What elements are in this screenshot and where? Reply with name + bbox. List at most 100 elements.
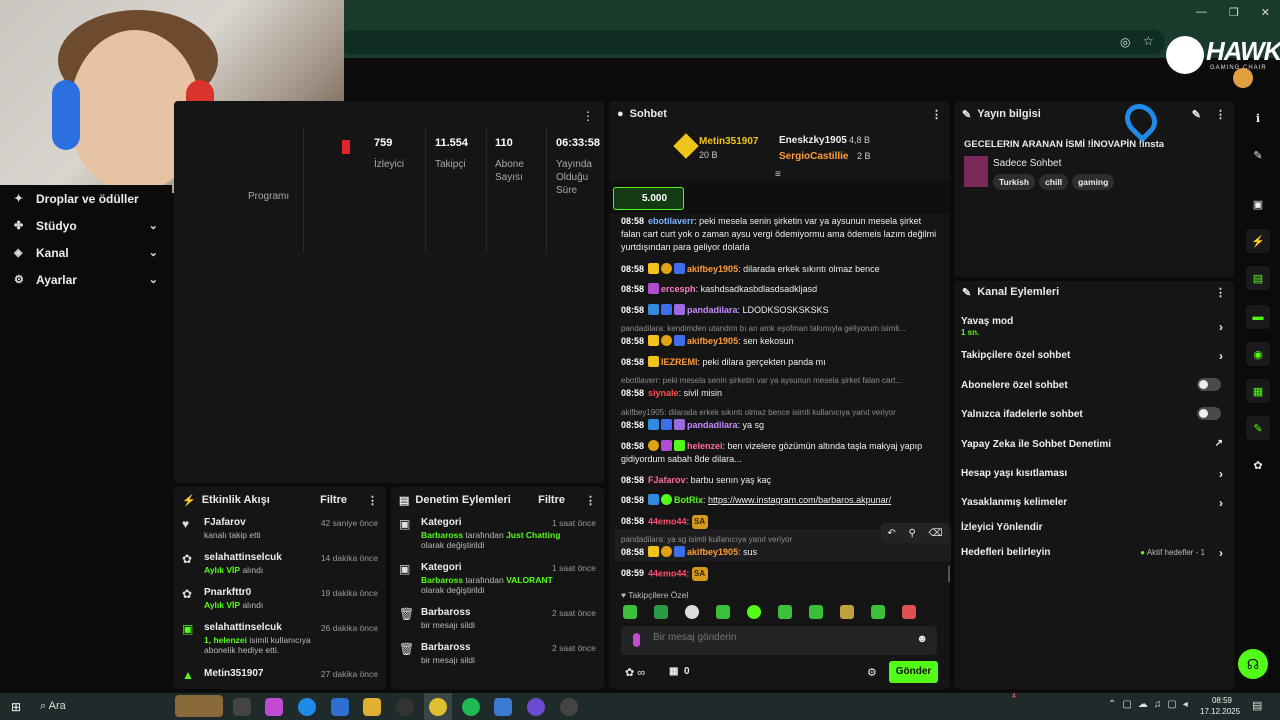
task-view-icon[interactable]: [233, 698, 251, 716]
copilot-icon[interactable]: [265, 698, 283, 716]
address-bar[interactable]: [340, 30, 1165, 54]
avatar[interactable]: [1233, 68, 1253, 88]
goals-row[interactable]: Hedefleri belirleyin ● Aktif hedefler - 1…: [961, 546, 1227, 560]
clock-time[interactable]: 08:59: [1200, 696, 1232, 705]
spotify-icon[interactable]: [462, 698, 480, 716]
moderation-filter-button[interactable]: Filtre: [538, 494, 565, 507]
more-icon[interactable]: ⋮: [585, 494, 596, 507]
chevron-down-icon: ⌄: [148, 274, 158, 286]
leader-3-name[interactable]: SergioCastillie: [779, 151, 848, 162]
more-icon[interactable]: ⋮: [582, 109, 594, 123]
emote-button[interactable]: [747, 605, 761, 619]
account-age-row[interactable]: Hesap yaşı kısıtlaması ›: [961, 467, 1227, 481]
points-icon[interactable]: ✿: [1246, 453, 1270, 477]
emote-button[interactable]: [685, 605, 699, 619]
leader-1-name[interactable]: Metin351907: [699, 136, 758, 147]
collapse-icon[interactable]: ≡: [775, 169, 781, 180]
emote-button[interactable]: [654, 605, 668, 619]
chat-message: 08:58 ercesph: kashdsadkasbdlasdsadkljasd: [621, 283, 818, 294]
close-button[interactable]: ✕: [1261, 6, 1270, 19]
emote-button[interactable]: [778, 605, 792, 619]
stream-info-title: Yayın bilgisi: [977, 108, 1041, 120]
emoji-icon[interactable]: ☻: [916, 633, 928, 645]
obs-icon[interactable]: [560, 698, 578, 716]
chrome-icon[interactable]: [429, 698, 447, 716]
info-icon[interactable]: ℹ: [1246, 106, 1270, 130]
nav-item-drops[interactable]: ✦ Droplar ve ödüller: [0, 185, 172, 212]
app-icon[interactable]: [494, 698, 512, 716]
xbox-icon[interactable]: [396, 698, 414, 716]
bolt-icon[interactable]: ⚡: [1246, 229, 1270, 253]
more-icon[interactable]: ⋮: [367, 494, 378, 507]
star-icon[interactable]: ☆: [1143, 34, 1154, 48]
sub-gift-icon: ▣: [182, 622, 194, 636]
folder-icon[interactable]: [363, 698, 381, 716]
points-display[interactable]: ✿ ∞: [625, 666, 645, 679]
layout-icon[interactable]: ▦: [1246, 379, 1270, 403]
chat-input-box[interactable]: ☻: [621, 626, 937, 655]
goal-badge[interactable]: 5.000: [613, 187, 684, 210]
brand-logo: HAWK: [1206, 36, 1280, 66]
edit-icon[interactable]: ✎: [1192, 108, 1201, 121]
leader-2-name[interactable]: Eneskzky1905: [779, 135, 847, 146]
pin-icon[interactable]: ⚲: [908, 528, 915, 539]
tag[interactable]: Turkish: [993, 174, 1036, 190]
ai-moderation-row[interactable]: Yapay Zeka ile Sohbet Denetimi ↗: [961, 438, 1227, 450]
chat-icon[interactable]: ▬: [1246, 305, 1270, 329]
banned-words-row[interactable]: Yasaklanmış kelimeler ›: [961, 496, 1227, 510]
scrollbar[interactable]: [948, 566, 950, 582]
send-button[interactable]: Gönder: [889, 661, 938, 683]
support-icon[interactable]: ☊: [1238, 649, 1268, 679]
minimize-button[interactable]: —: [1196, 6, 1207, 19]
reply-icon[interactable]: ↶: [887, 528, 895, 539]
eye-slash-icon[interactable]: ◎: [1120, 35, 1130, 49]
category-name[interactable]: Sadece Sohbet: [993, 158, 1061, 169]
emote-button[interactable]: [716, 605, 730, 619]
chat-message: 08:59 44emo44: SA: [621, 567, 939, 581]
edit-icon[interactable]: ✎: [1246, 143, 1270, 167]
emote-only-row[interactable]: Yalnızca ifadelerle sohbet: [961, 407, 1227, 420]
activity-filter-button[interactable]: Filtre: [320, 494, 347, 507]
tag[interactable]: chill: [1039, 174, 1069, 190]
subs-only-row[interactable]: Abonelere özel sohbet: [961, 378, 1227, 391]
doc-icon[interactable]: ▤: [1246, 266, 1270, 290]
emote-only-toggle[interactable]: [1197, 407, 1221, 420]
maximize-button[interactable]: ❐: [1229, 6, 1239, 19]
windows-start-icon[interactable]: ⊞: [11, 700, 21, 714]
tag[interactable]: gaming: [1072, 174, 1115, 190]
tray-icons[interactable]: ⌃▢☁♫▢◂: [1108, 699, 1194, 710]
followers-only-row[interactable]: Takipçilere özel sohbet ›: [961, 349, 1227, 363]
taskbar-search[interactable]: ⌕ Ara: [40, 700, 66, 713]
emote-button[interactable]: [902, 605, 916, 619]
screen-icon[interactable]: ▣: [1246, 192, 1270, 216]
more-icon[interactable]: ⋮: [1215, 108, 1226, 121]
reply-preview: ebotilaverr: peki mesela senin şirketin …: [621, 376, 903, 385]
subs-only-toggle[interactable]: [1197, 378, 1221, 391]
chat-input[interactable]: [653, 632, 903, 643]
more-icon[interactable]: ⋮: [931, 108, 942, 121]
emote-button[interactable]: [840, 605, 854, 619]
edge-icon[interactable]: [298, 698, 316, 716]
gift-count[interactable]: ▦ 0: [669, 666, 690, 677]
category-icon: ▣: [399, 517, 411, 531]
nav-item-channel[interactable]: ◈ Kanal ⌄: [0, 239, 172, 266]
more-icon[interactable]: ⋮: [1215, 286, 1226, 299]
nav-item-settings[interactable]: ⚙ Ayarlar ⌄: [0, 266, 172, 293]
emote-button[interactable]: [623, 605, 637, 619]
trash-icon[interactable]: ⌫: [928, 528, 942, 539]
emote-button[interactable]: [809, 605, 823, 619]
mail-icon[interactable]: [331, 698, 349, 716]
broadcast-icon[interactable]: ◉: [1246, 342, 1270, 366]
emote-button[interactable]: [871, 605, 885, 619]
discord-icon[interactable]: [527, 698, 545, 716]
clock-date[interactable]: 17.12.2025: [1200, 707, 1240, 716]
mic-icon[interactable]: [633, 633, 640, 647]
wrench-icon[interactable]: ✎: [1246, 416, 1270, 440]
list-item: ✿ Pnarkfttr0 Aylık VİP alındı 19 dakika önc…: [174, 583, 386, 618]
notification-icon[interactable]: ▤: [1252, 699, 1262, 712]
gear-icon[interactable]: ⚙: [867, 666, 877, 679]
slow-mode-row[interactable]: Yavaş mod 1 sn. ›: [961, 316, 1227, 337]
chat-link[interactable]: https://www.instagram.com/barbaros.akpun…: [708, 495, 891, 505]
host-row[interactable]: İzleyici Yönlendir: [961, 522, 1227, 533]
nav-item-studio[interactable]: ✤ Stüdyo ⌄: [0, 212, 172, 239]
